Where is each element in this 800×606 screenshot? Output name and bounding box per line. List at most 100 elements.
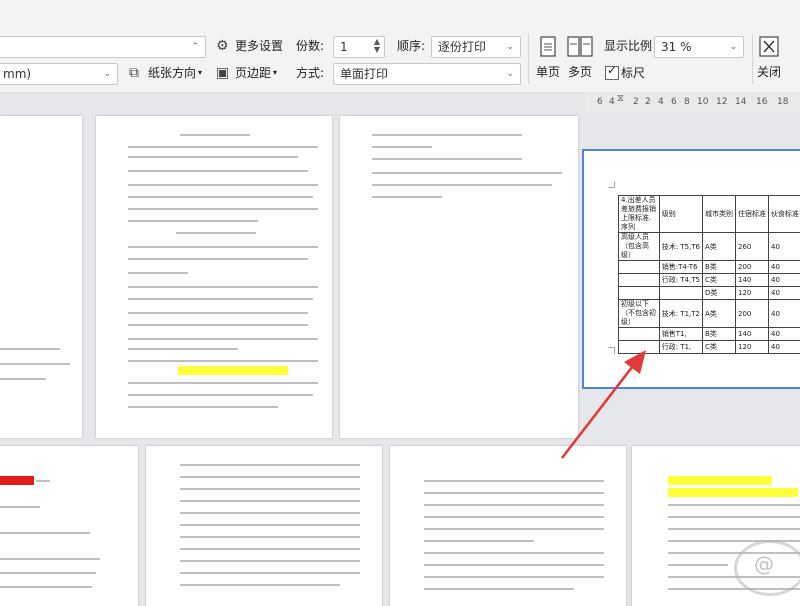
table-cell: 初级以下（不包含初级） bbox=[619, 300, 660, 328]
preview-page-2[interactable] bbox=[96, 116, 332, 438]
chevron-down-icon: ⌄ bbox=[506, 64, 514, 84]
more-settings-button[interactable]: 更多设置 bbox=[235, 37, 283, 55]
gear-icon[interactable]: ⚙ bbox=[216, 38, 229, 54]
preview-page-6[interactable] bbox=[146, 446, 382, 606]
table-cell: 住宿标准 bbox=[736, 196, 769, 233]
chevron-down-icon: ⌄ bbox=[103, 64, 111, 84]
preview-page-7[interactable] bbox=[390, 446, 626, 606]
zoom-select[interactable]: 31 % ⌄ bbox=[654, 36, 744, 58]
order-value: 逐份打印 bbox=[438, 40, 486, 54]
preview-page-3[interactable] bbox=[340, 116, 578, 438]
table-cell: 40 bbox=[769, 300, 800, 328]
table-cell: 40 bbox=[769, 274, 800, 287]
ruler-tick: 6 bbox=[597, 97, 603, 107]
table-cell bbox=[619, 341, 660, 354]
table-cell: 120 bbox=[736, 287, 769, 300]
margins-button[interactable]: 页边距 bbox=[235, 64, 271, 82]
horizontal-ruler[interactable]: 6 4 ⧖ 2 2 4 6 8 10 12 14 16 18 bbox=[585, 92, 800, 112]
preview-page-5[interactable] bbox=[0, 446, 138, 606]
table-cell: 行政: T4,T5 bbox=[659, 274, 702, 287]
close-label: 关闭 bbox=[754, 63, 784, 80]
watermark-icon: @ bbox=[754, 552, 774, 576]
mode-label: 方式: bbox=[296, 64, 324, 82]
ruler-tick: 6 bbox=[671, 97, 677, 107]
ruler-indent-marker[interactable]: ⧖ bbox=[617, 93, 624, 104]
table-row: 行政: T1,C类12040 bbox=[619, 341, 800, 354]
table-cell: 140 bbox=[736, 274, 769, 287]
table-cell: 40 bbox=[769, 287, 800, 300]
preview-page-1[interactable] bbox=[0, 116, 82, 438]
multi-page-label: 多页 bbox=[564, 63, 596, 80]
margins-icon[interactable]: ▣ bbox=[216, 65, 229, 81]
table-row: 销售T1,B类14040 bbox=[619, 328, 800, 341]
copies-stepper[interactable]: ▲▼ bbox=[374, 38, 380, 54]
order-label: 顺序: bbox=[397, 37, 425, 55]
table-cell bbox=[619, 287, 660, 300]
orientation-button[interactable]: 纸张方向 bbox=[148, 64, 196, 82]
table-row: 初级以下（不包含初级）技术: T1,T2A类20040 bbox=[619, 300, 800, 328]
printer-select[interactable]: ⌃ bbox=[0, 36, 206, 58]
checkmark-icon: ✓ bbox=[607, 63, 617, 77]
single-page-button[interactable]: 单页 bbox=[533, 36, 563, 80]
table-cell: 120 bbox=[736, 341, 769, 354]
table-cell: 行政: T1, bbox=[659, 341, 702, 354]
table-cell bbox=[619, 261, 660, 274]
table-row: D类12040 bbox=[619, 287, 800, 300]
zoom-value: 31 % bbox=[661, 40, 692, 54]
table-cell: B类 bbox=[703, 261, 736, 274]
print-preview-toolbar: ⌃ ⚙ 更多设置 份数: 1 ▲▼ 顺序: 逐份打印 ⌄ mm) ⌄ ⧉ 纸张方… bbox=[0, 0, 800, 93]
table-cell: 级别 bbox=[659, 196, 702, 233]
table-row: 高级人员（包含高级）技术: T5,T6A类26040 bbox=[619, 233, 800, 261]
selected-preview-page[interactable]: 4.出差人员差旅费报销上限标准.序列级别城市类别住宿标准伙食标准高级人员（包含高… bbox=[582, 149, 800, 389]
table-cell: B类 bbox=[703, 328, 736, 341]
table-row: 销售:T4-T6B类20040 bbox=[619, 261, 800, 274]
ruler-label: 标尺 bbox=[621, 64, 645, 82]
single-page-icon bbox=[539, 36, 557, 58]
ruler-tick: 10 bbox=[697, 97, 708, 107]
highlighted-text bbox=[668, 488, 798, 497]
chevron-down-icon: ⌃ bbox=[191, 37, 199, 57]
table-cell: 技术: T1,T2 bbox=[659, 300, 702, 328]
ruler-tick: 2 bbox=[633, 97, 639, 107]
table-row: 4.出差人员差旅费报销上限标准.序列级别城市类别住宿标准伙食标准 bbox=[619, 196, 800, 233]
close-button[interactable]: 关闭 bbox=[754, 36, 784, 80]
ruler-tick: 4 bbox=[658, 97, 664, 107]
copies-label: 份数: bbox=[296, 37, 324, 55]
table-cell: 40 bbox=[769, 261, 800, 274]
table-cell: A类 bbox=[703, 300, 736, 328]
paper-size-select[interactable]: mm) ⌄ bbox=[0, 63, 118, 85]
table-cell: 40 bbox=[769, 341, 800, 354]
single-page-label: 单页 bbox=[533, 63, 563, 80]
table-cell: 销售T1, bbox=[659, 328, 702, 341]
table-cell: A类 bbox=[703, 233, 736, 261]
ruler-tick: 14 bbox=[735, 97, 746, 107]
table-cell: 高级人员（包含高级） bbox=[619, 233, 660, 261]
highlighted-text bbox=[178, 366, 288, 375]
multi-page-button[interactable]: 多页 bbox=[564, 36, 596, 80]
travel-expense-table: 4.出差人员差旅费报销上限标准.序列级别城市类别住宿标准伙食标准高级人员（包含高… bbox=[618, 195, 800, 354]
order-select[interactable]: 逐份打印 ⌄ bbox=[431, 36, 521, 58]
copies-input[interactable]: 1 ▲▼ bbox=[333, 36, 385, 58]
orientation-icon[interactable]: ⧉ bbox=[129, 65, 139, 81]
chevron-down-icon: ⌄ bbox=[506, 37, 514, 57]
chevron-down-icon[interactable]: ▾ bbox=[273, 64, 277, 82]
table-cell: 城市类别 bbox=[703, 196, 736, 233]
table-row: 行政: T4,T5C类14040 bbox=[619, 274, 800, 287]
paper-size-value: mm) bbox=[3, 67, 31, 81]
table-cell bbox=[619, 274, 660, 287]
table-cell: 技术: T5,T6 bbox=[659, 233, 702, 261]
ruler-checkbox[interactable]: ✓ bbox=[605, 66, 619, 80]
multi-page-icon bbox=[567, 36, 593, 58]
table-cell bbox=[619, 328, 660, 341]
ruler-tick: 8 bbox=[684, 97, 690, 107]
table-cell: 伙食标准 bbox=[769, 196, 800, 233]
mode-select[interactable]: 单面打印 ⌄ bbox=[333, 63, 521, 85]
close-icon bbox=[759, 36, 779, 58]
mode-value: 单面打印 bbox=[340, 67, 388, 81]
ruler-tick: 2 bbox=[645, 97, 651, 107]
chevron-down-icon[interactable]: ▾ bbox=[198, 64, 202, 82]
table-cell: 销售:T4-T6 bbox=[659, 261, 702, 274]
red-highlighted-text bbox=[0, 476, 34, 485]
ruler-tick: 4 bbox=[609, 97, 615, 107]
table-cell: 200 bbox=[736, 300, 769, 328]
